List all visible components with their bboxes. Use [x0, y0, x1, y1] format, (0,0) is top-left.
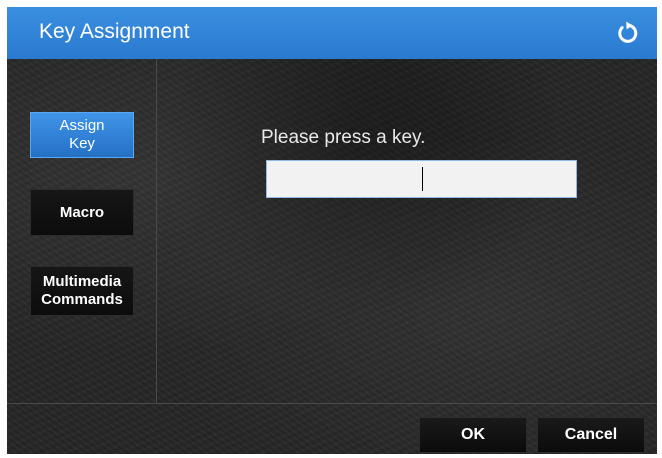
key-assignment-dialog: Key Assignment Assign Key Macro Multimed… — [7, 7, 657, 454]
text-caret — [422, 167, 423, 191]
sidebar-item-label: Macro — [59, 203, 105, 221]
cancel-button[interactable]: Cancel — [537, 417, 645, 453]
ok-button[interactable]: OK — [419, 417, 527, 453]
key-prompt-text: Please press a key. — [261, 127, 426, 148]
refresh-icon — [618, 21, 638, 43]
sidebar-item-multimedia-commands[interactable]: Multimedia Commands — [30, 266, 134, 316]
sidebar-item-assign-key[interactable]: Assign Key — [30, 112, 134, 158]
sidebar-item-macro[interactable]: Macro — [30, 189, 134, 236]
title-bar: Key Assignment — [7, 7, 657, 59]
dialog-body: Assign Key Macro Multimedia Commands Ple… — [7, 59, 657, 454]
sidebar: Assign Key Macro Multimedia Commands — [7, 59, 157, 403]
sidebar-item-label: Assign Key — [59, 117, 105, 152]
sidebar-item-label: Multimedia Commands — [41, 273, 123, 308]
reset-button[interactable] — [613, 19, 641, 47]
dialog-title: Key Assignment — [39, 20, 190, 43]
key-capture-field[interactable] — [266, 160, 577, 198]
dialog-footer: OK Cancel — [7, 403, 657, 454]
